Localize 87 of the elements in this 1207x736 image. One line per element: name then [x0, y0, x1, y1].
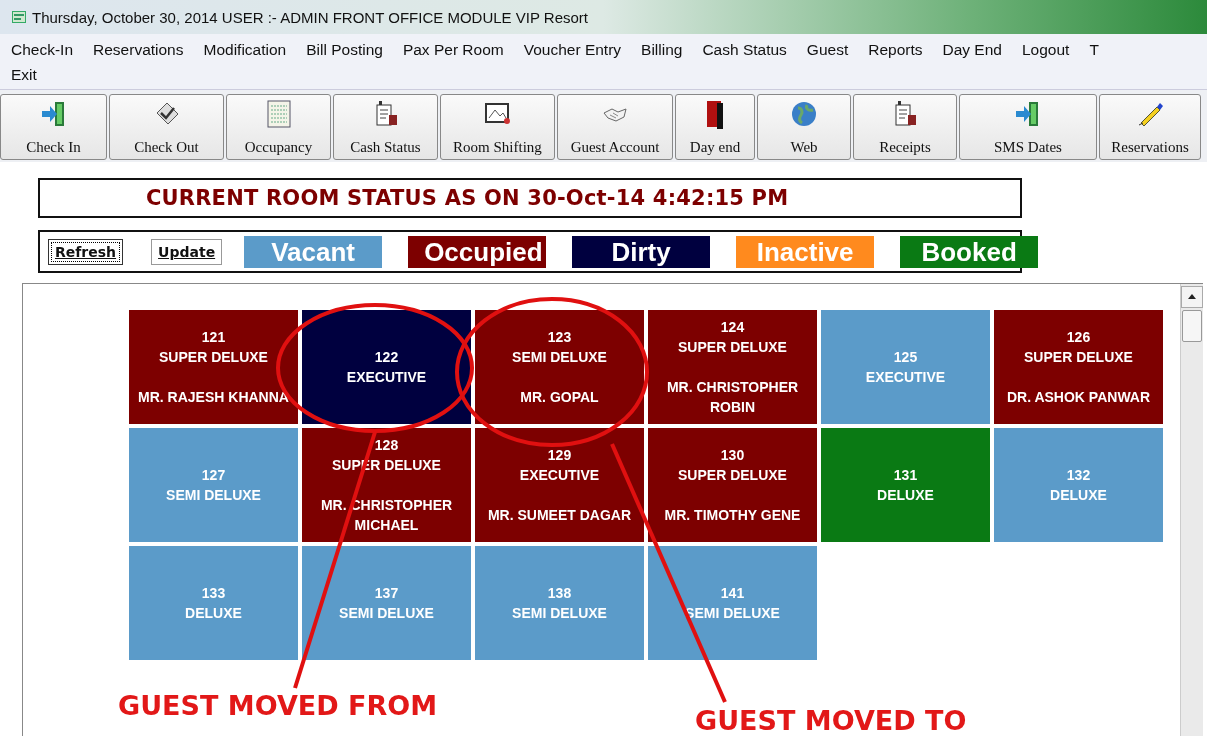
- toolbar-button[interactable]: Check In: [0, 94, 107, 160]
- toolbar-button[interactable]: Day end: [675, 94, 755, 160]
- room-number: 138: [547, 584, 572, 603]
- menu-item[interactable]: Cash Status: [702, 40, 787, 59]
- action-button[interactable]: Update: [151, 238, 223, 265]
- menu-item[interactable]: Billing: [641, 40, 683, 59]
- room-number: 132: [1066, 466, 1091, 485]
- room-number: 124: [720, 318, 745, 337]
- room-type: SEMI DELUXE: [512, 348, 607, 367]
- room-type: EXECUTIVE: [346, 368, 427, 387]
- annotation-text: GUEST MOVED FROM: [118, 690, 438, 721]
- room-number: 127: [201, 466, 226, 485]
- scroll-bar[interactable]: [1180, 284, 1203, 736]
- menu-item[interactable]: Check-In: [11, 40, 74, 59]
- menu-item[interactable]: T: [1089, 40, 1099, 59]
- room-number: 121: [201, 328, 226, 347]
- room-tile[interactable]: 126 SUPER DELUXE DR. ASHOK PANWAR: [994, 310, 1163, 424]
- scroll-thumb[interactable]: [1182, 310, 1202, 342]
- legend-label: Dirty: [572, 235, 711, 268]
- room-type: SUPER DELUXE: [159, 348, 268, 367]
- room-tile[interactable]: 121 SUPER DELUXE MR. RAJESH KHANNA: [129, 310, 298, 424]
- legend-label: Vacant: [244, 235, 383, 268]
- room-tile[interactable]: 123 SEMI DELUXE MR. GOPAL: [475, 310, 644, 424]
- room-tile[interactable]: 129 EXECUTIVE MR. SUMEET DAGAR: [475, 428, 644, 542]
- toolbar-button[interactable]: Web: [757, 94, 851, 160]
- legend-label: Inactive: [736, 235, 875, 268]
- room-type: SEMI DELUXE: [512, 604, 607, 623]
- guest-name: MR. SUMEET DAGAR: [487, 506, 632, 525]
- status-header: CURRENT ROOM STATUS AS ON 30-Oct-14 4:42:15 PM: [38, 178, 1022, 218]
- guest-name: MR. CHRISTOPHER MICHAEL: [319, 496, 454, 535]
- menu-item[interactable]: Reports: [868, 40, 923, 59]
- room-tile[interactable]: 122 EXECUTIVE: [302, 310, 471, 424]
- toolbar-button[interactable]: Check Out: [109, 94, 224, 160]
- toolbar-button[interactable]: Occupancy: [226, 94, 331, 160]
- room-number: 122: [374, 348, 399, 367]
- room-type: SEMI DELUXE: [166, 486, 261, 505]
- room-number: 141: [720, 584, 745, 603]
- menu-item[interactable]: Modification: [203, 40, 287, 59]
- toolbar-button[interactable]: Reservations: [1099, 94, 1201, 160]
- guest-name: MR. CHRISTOPHER ROBIN: [665, 378, 800, 417]
- menu-item[interactable]: Exit: [11, 65, 37, 84]
- menu-item[interactable]: Guest: [806, 40, 849, 59]
- toolbar-button[interactable]: Room Shifting: [440, 94, 555, 160]
- window-title: Thursday, October 30, 2014 USER :- ADMIN FRONT OFFICE MODULE VIP Resort: [32, 8, 588, 26]
- menu-item[interactable]: Voucher Entry: [523, 40, 622, 59]
- room-tile[interactable]: 131 DELUXE: [821, 428, 990, 542]
- toolbar-button[interactable]: Receipts: [853, 94, 957, 160]
- room-type: EXECUTIVE: [519, 466, 600, 485]
- room-number: 130: [720, 446, 745, 465]
- room-type: DELUXE: [185, 604, 242, 623]
- room-type: SUPER DELUXE: [678, 466, 787, 485]
- room-tile[interactable]: 130 SUPER DELUXE MR. TIMOTHY GENE: [648, 428, 817, 542]
- room-number: 137: [374, 584, 399, 603]
- guest-name: MR. TIMOTHY GENE: [664, 506, 801, 525]
- room-number: 129: [547, 446, 572, 465]
- room-type: EXECUTIVE: [865, 368, 946, 387]
- sheet-icon: [265, 99, 292, 129]
- menu-item[interactable]: Bill Posting: [306, 40, 383, 59]
- room-number: 131: [893, 466, 918, 485]
- guest-name: MR. GOPAL: [520, 388, 599, 407]
- room-tile[interactable]: 124 SUPER DELUXE MR. CHRISTOPHER ROBIN: [648, 310, 817, 424]
- app-icon: [12, 11, 26, 23]
- menu-item[interactable]: Pax Per Room: [402, 40, 504, 59]
- toolbar-button[interactable]: Guest Account: [557, 94, 673, 160]
- room-number: 133: [201, 584, 226, 603]
- legend-label: Occupied: [408, 235, 547, 268]
- globe-icon: [789, 99, 819, 129]
- room-number: 125: [893, 348, 918, 367]
- room-number: 126: [1066, 328, 1091, 347]
- annotation-text: GUEST MOVED TO: [695, 705, 967, 736]
- menu-item[interactable]: Reservations: [93, 40, 184, 59]
- guest-name: DR. ASHOK PANWAR: [1006, 388, 1151, 407]
- room-type: SEMI DELUXE: [339, 604, 434, 623]
- toolbar-button[interactable]: SMS Dates: [959, 94, 1097, 160]
- toolbar-button[interactable]: Cash Status: [333, 94, 438, 160]
- menu-item[interactable]: Day End: [942, 40, 1002, 59]
- room-number: 128: [374, 436, 399, 455]
- room-type: DELUXE: [1050, 486, 1107, 505]
- guest-name: MR. RAJESH KHANNA: [138, 388, 289, 407]
- room-type: DELUXE: [877, 486, 934, 505]
- legend-label: Booked: [900, 235, 1039, 268]
- room-type: SUPER DELUXE: [1024, 348, 1133, 367]
- scroll-up-icon[interactable]: [1181, 286, 1203, 308]
- room-type: SUPER DELUXE: [678, 338, 787, 357]
- menu-item[interactable]: Logout: [1021, 40, 1070, 59]
- action-button[interactable]: Refresh: [48, 238, 124, 265]
- room-number: 123: [547, 328, 572, 347]
